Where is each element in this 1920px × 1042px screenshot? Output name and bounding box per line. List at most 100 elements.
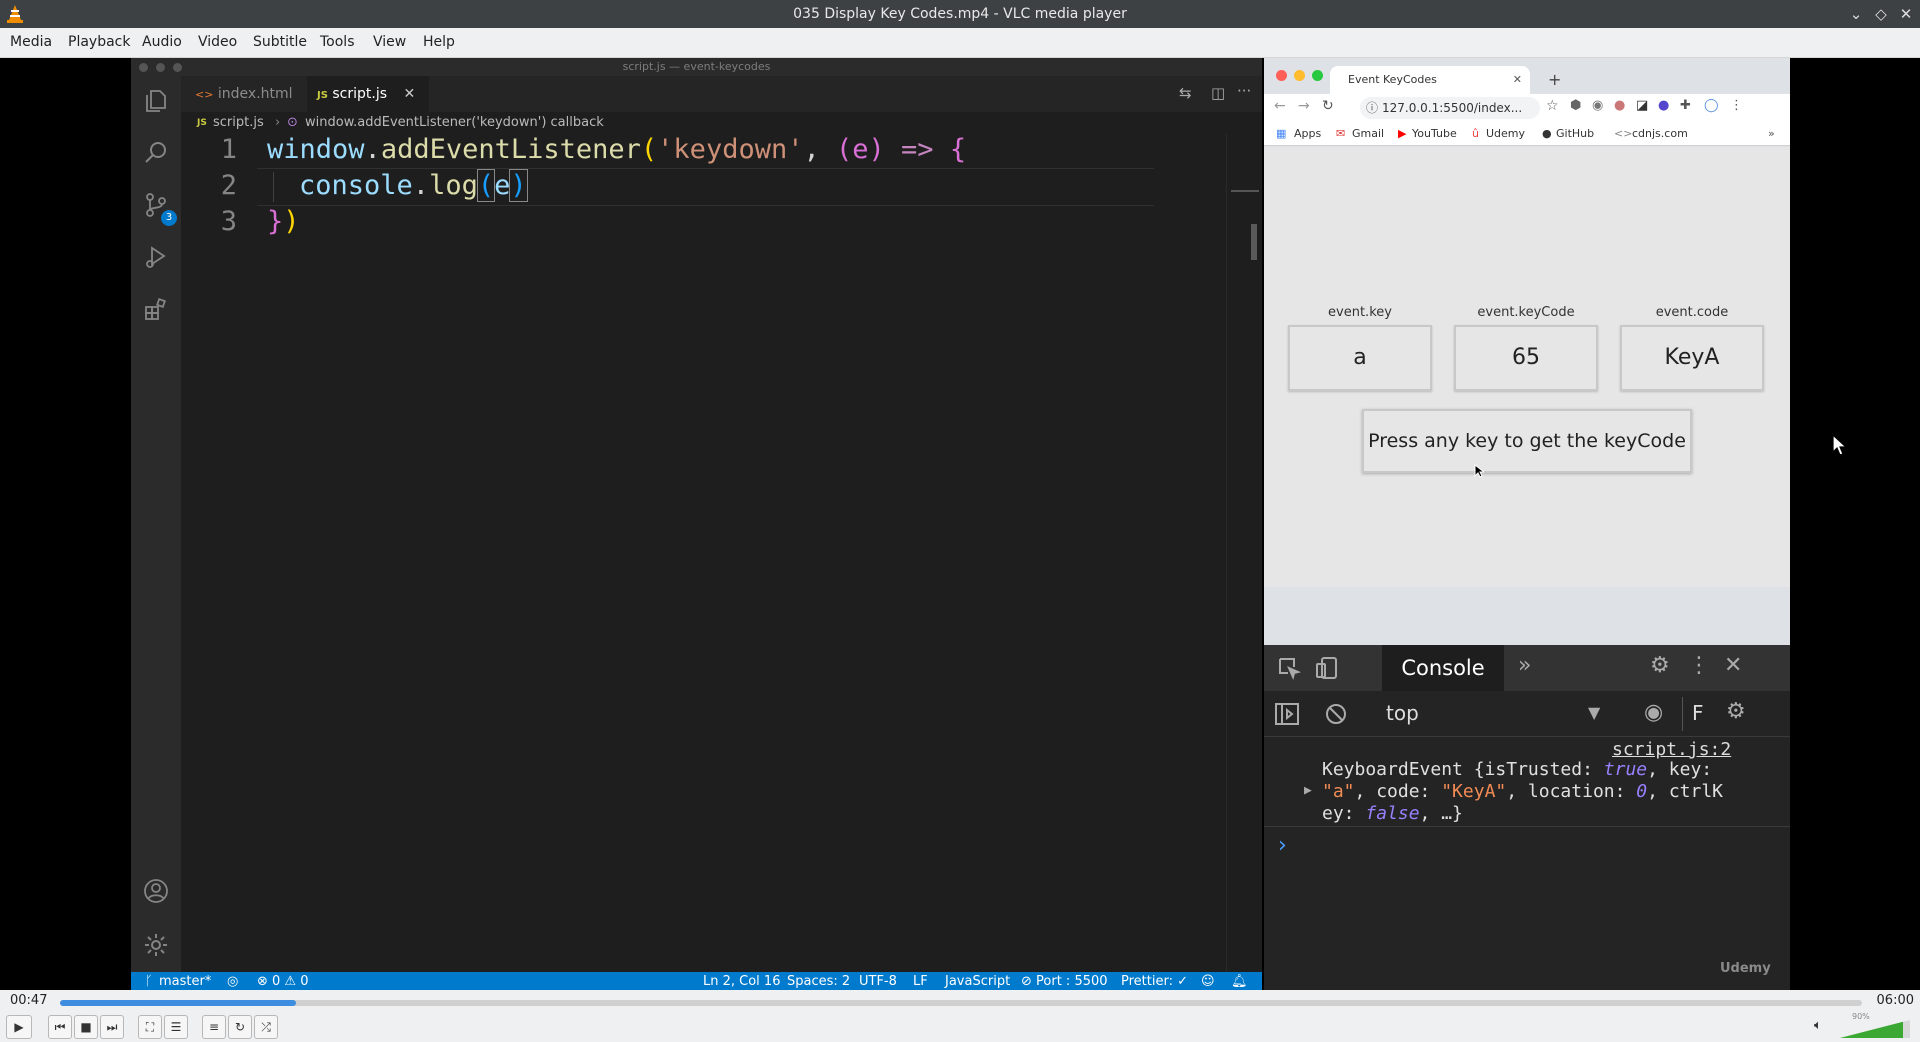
back-icon[interactable]: ← <box>1274 98 1286 114</box>
code-editor[interactable]: 1 2 3 window.addEventListener('keydown',… <box>181 134 1262 972</box>
bookmark-youtube[interactable]: YouTube <box>1412 127 1457 140</box>
menu-playback[interactable]: Playback <box>68 34 130 50</box>
settings-gear-icon[interactable] <box>143 932 169 958</box>
extension-icon[interactable]: ⬢ <box>1570 98 1581 113</box>
traffic-light-minimize[interactable] <box>1294 70 1305 81</box>
more-tabs-icon[interactable]: » <box>1518 653 1531 678</box>
breadcrumb-file[interactable]: script.js <box>213 112 264 134</box>
fullscreen-button[interactable]: ⛶ <box>138 1015 162 1039</box>
bookmark-star-icon[interactable]: ☆ <box>1546 98 1559 114</box>
console-prompt-icon[interactable]: › <box>1278 833 1287 858</box>
new-tab-icon[interactable]: + <box>1548 70 1561 89</box>
playlist-button[interactable]: ≡ <box>202 1015 226 1039</box>
stop-button[interactable]: ■ <box>74 1015 98 1039</box>
run-debug-icon[interactable] <box>143 244 169 270</box>
bookmark-apps[interactable]: Apps <box>1294 127 1321 140</box>
next-button[interactable]: ⏭ <box>100 1015 124 1039</box>
menu-kebab-icon[interactable]: ⋮ <box>1730 98 1743 113</box>
tab-script-js[interactable]: JS script.js ✕ <box>307 76 429 112</box>
minimize-icon[interactable]: ⌄ <box>1846 4 1866 24</box>
menu-subtitle[interactable]: Subtitle <box>253 34 307 50</box>
status-language[interactable]: JavaScript <box>945 972 1010 990</box>
device-toolbar-icon[interactable] <box>1314 655 1340 681</box>
notifications-icon[interactable]: 🔔︎ <box>1231 972 1248 990</box>
extension-icon[interactable]: ◉ <box>1592 98 1603 113</box>
more-actions-icon[interactable]: ··· <box>1237 82 1251 100</box>
traffic-light-zoom[interactable] <box>1312 70 1323 81</box>
address-bar[interactable]: ⓘ 127.0.0.1:5500/index... <box>1360 97 1540 119</box>
explorer-icon[interactable] <box>143 88 169 114</box>
speaker-icon[interactable]: 🔈︎ <box>1814 1018 1822 1033</box>
devtools-menu-kebab-icon[interactable]: ⋮ <box>1688 653 1710 678</box>
tab-console[interactable]: Console <box>1382 645 1504 691</box>
scrollbar-thumb[interactable] <box>1251 224 1257 260</box>
inspect-element-icon[interactable] <box>1276 655 1302 681</box>
traffic-light-minimize[interactable] <box>156 63 165 72</box>
extension-icon[interactable]: ● <box>1658 98 1669 113</box>
console-settings-gear-icon[interactable]: ⚙ <box>1726 699 1746 724</box>
menu-media[interactable]: Media <box>10 34 52 50</box>
menu-view[interactable]: View <box>373 34 406 50</box>
status-eol[interactable]: LF <box>913 972 928 990</box>
bookmark-udemy[interactable]: Udemy <box>1486 127 1525 140</box>
expand-triangle-icon[interactable]: ▶ <box>1304 783 1312 798</box>
extensions-icon[interactable] <box>143 296 169 322</box>
search-icon[interactable] <box>143 140 169 166</box>
close-tab-icon[interactable]: ✕ <box>404 86 416 102</box>
status-spaces[interactable]: Spaces: 2 <box>787 972 850 990</box>
forward-icon[interactable]: → <box>1298 98 1310 114</box>
traffic-light-close[interactable] <box>139 63 148 72</box>
close-tab-icon[interactable]: ✕ <box>1513 66 1522 94</box>
status-branch[interactable]: master* <box>159 972 211 990</box>
shuffle-button[interactable]: ⤮ <box>254 1015 278 1039</box>
volume-slider[interactable] <box>1840 1020 1910 1038</box>
clear-console-icon[interactable] <box>1324 702 1348 726</box>
menu-audio[interactable]: Audio <box>142 34 182 50</box>
extension-icon[interactable]: ◪ <box>1636 98 1648 113</box>
context-selector[interactable]: top <box>1386 701 1419 725</box>
status-encoding[interactable]: UTF-8 <box>859 972 897 990</box>
dropdown-arrow-icon[interactable]: ▼ <box>1588 703 1600 722</box>
bookmark-gmail[interactable]: Gmail <box>1352 127 1384 140</box>
profile-icon[interactable]: ◯ <box>1704 98 1719 113</box>
menu-tools[interactable]: Tools <box>320 34 355 50</box>
bookmark-github[interactable]: GitHub <box>1556 127 1594 140</box>
filter-input-cursor[interactable]: F <box>1692 701 1704 725</box>
status-prettier[interactable]: Prettier: ✓ <box>1121 972 1188 990</box>
breadcrumb-symbol[interactable]: window.addEventListener('keydown') callb… <box>305 112 604 134</box>
traffic-light-close[interactable] <box>1276 70 1287 81</box>
bookmark-cdnjs[interactable]: cdnjs.com <box>1632 127 1688 140</box>
reload-icon[interactable]: ↻ <box>1322 98 1334 114</box>
play-button[interactable]: ▶ <box>6 1015 32 1039</box>
log-source-link[interactable]: script.js:2 <box>1612 739 1731 760</box>
loop-button[interactable]: ↻ <box>228 1015 252 1039</box>
account-icon[interactable] <box>143 878 169 904</box>
web-page[interactable]: event.key event.keyCode event.code a 65 … <box>1264 147 1790 587</box>
time-elapsed[interactable]: 00:47 <box>10 993 47 1008</box>
video-area[interactable]: script.js — event-keycodes 3 <> index.ht… <box>0 58 1920 990</box>
traffic-light-zoom[interactable] <box>173 63 182 72</box>
console-log-entry[interactable]: script.js:2 KeyboardEvent {isTrusted: tr… <box>1264 737 1790 827</box>
open-changes-icon[interactable]: ⇆ <box>1179 84 1192 102</box>
live-expression-eye-icon[interactable]: ◉ <box>1644 700 1663 725</box>
seek-bar[interactable] <box>60 1000 1862 1006</box>
devtools-settings-gear-icon[interactable]: ⚙ <box>1650 653 1670 678</box>
maximize-icon[interactable]: ◇ <box>1871 4 1891 24</box>
menu-video[interactable]: Video <box>198 34 237 50</box>
menu-help[interactable]: Help <box>423 34 455 50</box>
extension-icon[interactable]: ● <box>1614 98 1625 113</box>
tab-index-html[interactable]: <> index.html <box>181 76 307 112</box>
split-editor-icon[interactable]: ◫ <box>1211 84 1225 102</box>
extended-settings-button[interactable]: ☰ <box>164 1015 188 1039</box>
status-port[interactable]: ⊘ Port : 5500 <box>1021 972 1108 990</box>
puzzle-icon[interactable]: ✚ <box>1680 98 1691 113</box>
more-bookmarks-icon[interactable]: » <box>1768 127 1775 140</box>
feedback-icon[interactable]: ☺ <box>1201 972 1215 990</box>
sync-icon[interactable]: ◎ <box>227 972 238 990</box>
close-devtools-icon[interactable]: ✕ <box>1724 653 1742 678</box>
status-problems[interactable]: ⊗ 0 ⚠ 0 <box>257 972 309 990</box>
previous-button[interactable]: ⏮ <box>48 1015 72 1039</box>
status-position[interactable]: Ln 2, Col 16 <box>703 972 780 990</box>
browser-tab[interactable]: Event KeyCodes ✕ <box>1330 66 1530 94</box>
sidebar-toggle-icon[interactable] <box>1274 702 1300 726</box>
